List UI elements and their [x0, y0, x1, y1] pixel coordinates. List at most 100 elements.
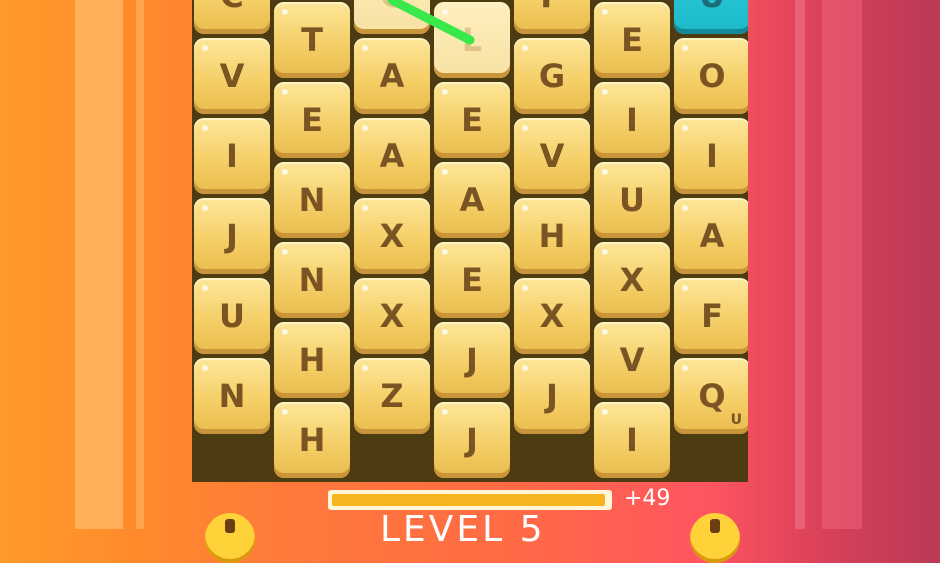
- tile-shine: [282, 409, 288, 415]
- tile-letter: X: [379, 297, 405, 335]
- letter-tile[interactable]: N: [274, 242, 350, 318]
- tile-letter: N: [298, 181, 326, 219]
- letter-tile[interactable]: J: [434, 402, 510, 478]
- tile-letter: G: [538, 57, 566, 95]
- tile-shine: [282, 329, 288, 335]
- tile-letter: I: [626, 101, 638, 139]
- letter-tile[interactable]: H: [514, 198, 590, 274]
- letter-tile[interactable]: I: [594, 402, 670, 478]
- tile-letter: H: [298, 421, 326, 459]
- hint-button[interactable]: [205, 513, 255, 563]
- tile-letter: P: [540, 0, 563, 15]
- letter-tile[interactable]: E: [434, 242, 510, 318]
- tile-letter: F: [701, 297, 723, 335]
- tile-shine: [522, 205, 528, 211]
- letter-tile[interactable]: A: [354, 38, 430, 114]
- tile-shine: [202, 285, 208, 291]
- letter-tile[interactable]: X: [354, 278, 430, 354]
- letter-tile[interactable]: C: [354, 0, 430, 34]
- letter-tile[interactable]: L: [434, 2, 510, 78]
- tile-shine: [442, 89, 448, 95]
- letter-tile[interactable]: Z: [354, 358, 430, 434]
- letter-tile[interactable]: H: [274, 322, 350, 398]
- letter-tile[interactable]: C: [194, 0, 270, 34]
- letter-tile[interactable]: F: [674, 278, 748, 354]
- tile-letter: I: [706, 137, 718, 175]
- tile-shine: [442, 9, 448, 15]
- tile-letter: E: [461, 261, 483, 299]
- letter-tile[interactable]: X: [514, 278, 590, 354]
- tile-shine: [602, 89, 608, 95]
- letter-tile[interactable]: I: [594, 82, 670, 158]
- tile-shine: [682, 205, 688, 211]
- letter-tile[interactable]: O: [674, 38, 748, 114]
- tile-letter: H: [298, 341, 326, 379]
- tile-shine: [202, 205, 208, 211]
- shuffle-icon: [710, 519, 720, 533]
- tile-shine: [522, 45, 528, 51]
- letter-tile[interactable]: A: [674, 198, 748, 274]
- letter-tile[interactable]: I: [674, 118, 748, 194]
- tile-shine: [202, 365, 208, 371]
- hint-icon: [225, 519, 235, 533]
- letter-tile[interactable]: A: [354, 118, 430, 194]
- letter-tile[interactable]: J: [194, 198, 270, 274]
- letter-tile[interactable]: N: [274, 162, 350, 238]
- letter-tile[interactable]: X: [594, 242, 670, 318]
- tile-letter: J: [466, 421, 478, 459]
- tile-shine: [362, 45, 368, 51]
- tile-letter: X: [619, 261, 645, 299]
- letter-tile[interactable]: A: [434, 162, 510, 238]
- tile-shine: [522, 125, 528, 131]
- tile-letter: Q: [698, 377, 726, 415]
- tile-letter: V: [539, 137, 565, 175]
- letter-tile[interactable]: V: [514, 118, 590, 194]
- letter-tile[interactable]: J: [514, 358, 590, 434]
- letter-board: C V I J U N T E N N H H C A A X X Z L E A E J J P G V H X J E I U X V I U O I A…: [192, 0, 748, 482]
- letter-tile[interactable]: J: [434, 322, 510, 398]
- tile-shine: [682, 125, 688, 131]
- letter-tile[interactable]: QU: [674, 358, 748, 434]
- shuffle-button[interactable]: [690, 513, 740, 563]
- tile-shine: [522, 285, 528, 291]
- tile-letter: I: [626, 421, 638, 459]
- tile-letter: E: [621, 21, 643, 59]
- letter-tile[interactable]: N: [194, 358, 270, 434]
- tile-letter: X: [539, 297, 565, 335]
- letter-tile[interactable]: E: [594, 2, 670, 78]
- letter-tile[interactable]: V: [594, 322, 670, 398]
- tile-letter: C: [220, 0, 243, 15]
- tile-letter: I: [226, 137, 238, 175]
- letter-tile[interactable]: H: [274, 402, 350, 478]
- tile-subletter: U: [730, 412, 742, 428]
- letter-tile[interactable]: T: [274, 2, 350, 78]
- letter-tile[interactable]: U: [194, 278, 270, 354]
- tile-letter: A: [459, 181, 485, 219]
- level-title: LEVEL 5: [380, 509, 546, 550]
- tile-shine: [682, 285, 688, 291]
- tile-shine: [602, 409, 608, 415]
- tile-letter: L: [461, 21, 483, 59]
- letter-tile[interactable]: X: [354, 198, 430, 274]
- tile-letter: O: [698, 57, 726, 95]
- letter-tile[interactable]: E: [434, 82, 510, 158]
- tile-shine: [282, 249, 288, 255]
- tile-letter: H: [538, 217, 566, 255]
- letter-tile[interactable]: U: [594, 162, 670, 238]
- tile-letter: V: [219, 57, 245, 95]
- tile-letter: X: [379, 217, 405, 255]
- letter-tile[interactable]: I: [194, 118, 270, 194]
- tile-letter: N: [298, 261, 326, 299]
- tile-letter: V: [619, 341, 645, 379]
- tile-shine: [682, 365, 688, 371]
- letter-tile[interactable]: G: [514, 38, 590, 114]
- letter-tile[interactable]: U: [674, 0, 748, 34]
- tile-shine: [362, 125, 368, 131]
- tile-letter: U: [219, 297, 245, 335]
- tile-shine: [202, 45, 208, 51]
- letter-tile[interactable]: V: [194, 38, 270, 114]
- tile-shine: [602, 169, 608, 175]
- tile-shine: [362, 205, 368, 211]
- letter-tile[interactable]: E: [274, 82, 350, 158]
- letter-tile[interactable]: P: [514, 0, 590, 34]
